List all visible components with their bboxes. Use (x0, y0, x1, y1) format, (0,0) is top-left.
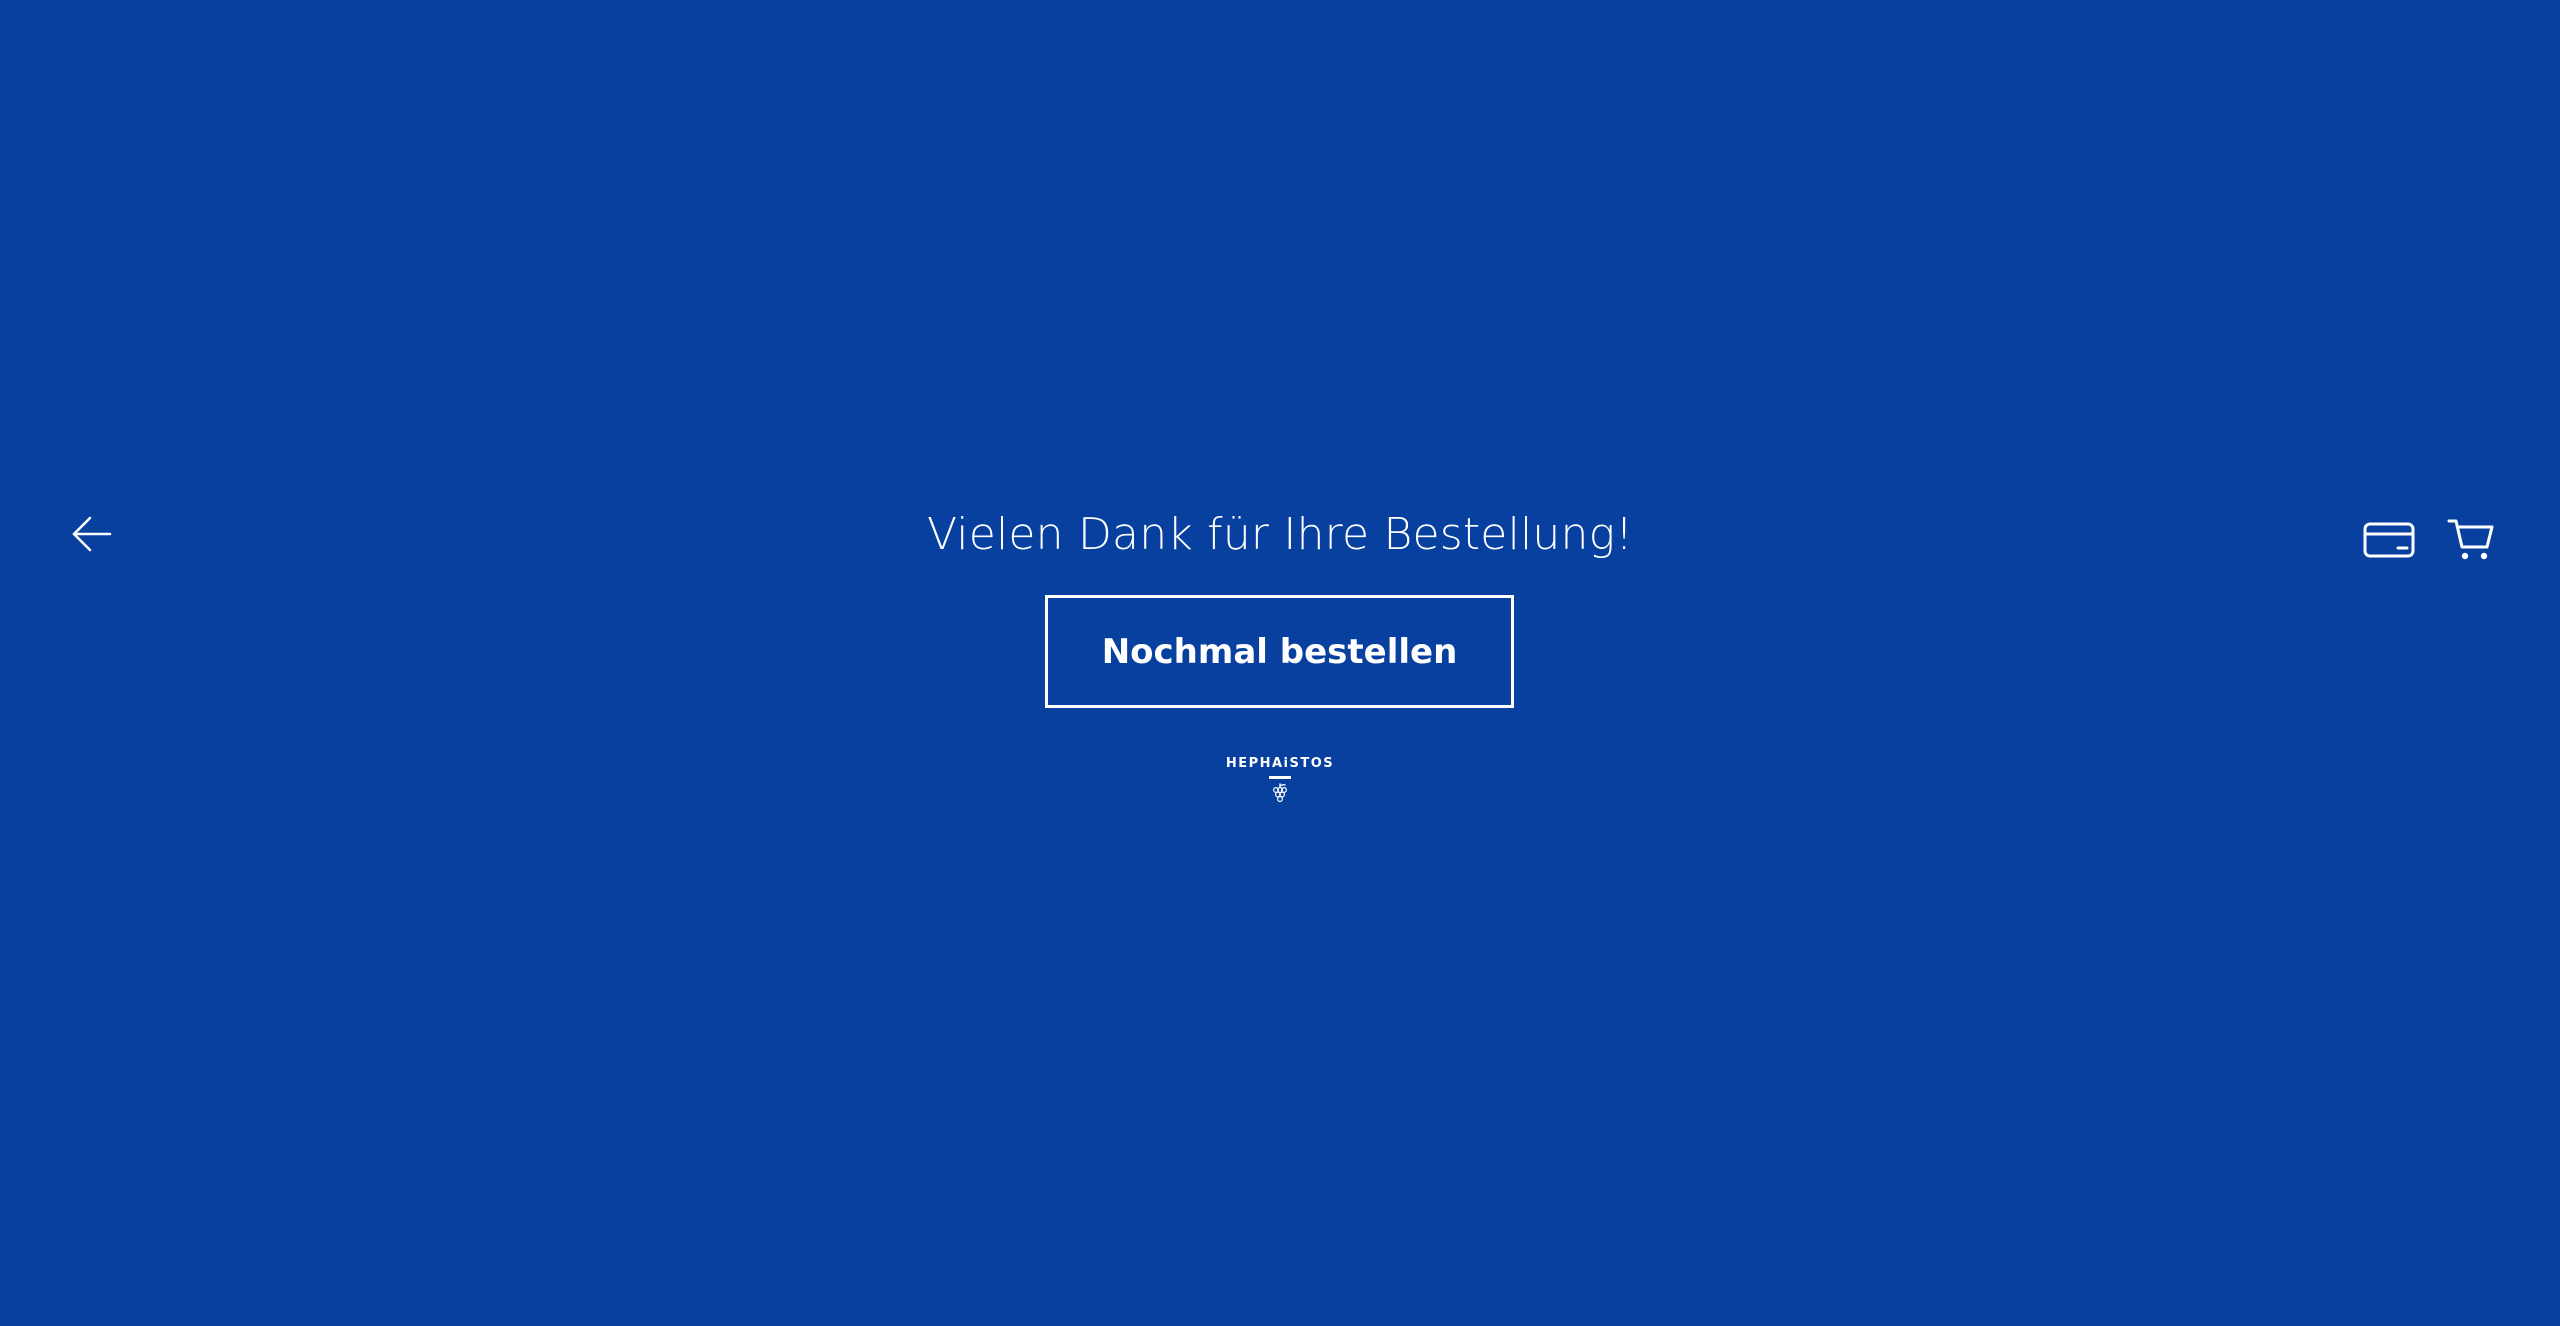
page-title: Vielen Dank für Ihre Bestellung! (926, 509, 1634, 560)
logo-wordmark: HEPHAiSTOS (1225, 756, 1335, 771)
payment-button[interactable] (2362, 513, 2416, 567)
shopping-cart-icon (2447, 519, 2494, 560)
brand-logo: HEPHAiSTOS (1226, 756, 1333, 805)
grape-cluster-icon (1272, 783, 1288, 803)
header-actions (2362, 512, 2498, 568)
order-again-button[interactable]: Nochmal bestellen (1045, 595, 1514, 708)
order-confirmation-screen: Vielen Dank für Ihre Bestellung! Nochmal… (0, 0, 2560, 1326)
credit-card-icon (2363, 522, 2415, 558)
cart-button[interactable] (2444, 513, 2498, 567)
logo-divider (1269, 776, 1291, 779)
